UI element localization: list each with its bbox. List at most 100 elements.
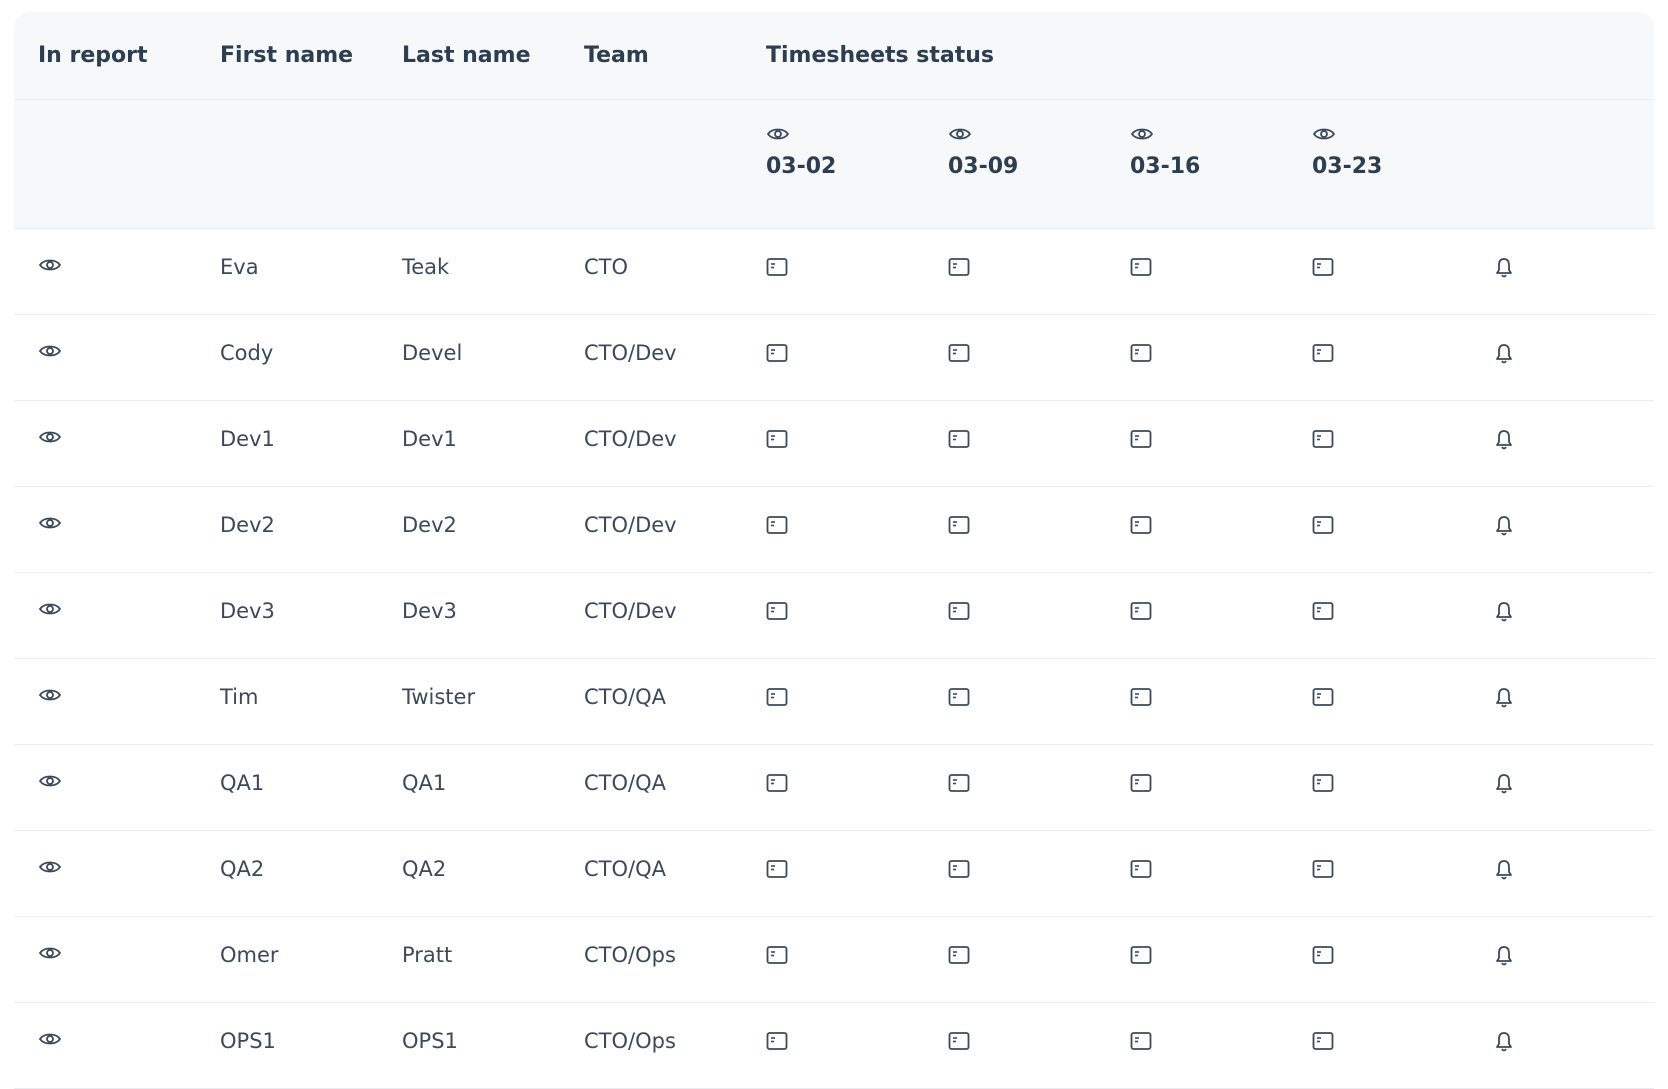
eye-icon[interactable] — [38, 515, 62, 531]
timesheet-icon[interactable] — [948, 601, 970, 621]
table-row: OPS1 OPS1 CTO/Ops — [14, 1003, 1654, 1089]
last-name-cell: Dev1 — [402, 427, 457, 451]
eye-icon[interactable] — [38, 343, 62, 359]
eye-icon[interactable] — [38, 257, 62, 273]
bell-icon[interactable] — [1494, 257, 1514, 279]
timesheet-cell-0 — [742, 745, 924, 830]
timesheet-icon[interactable] — [766, 945, 788, 965]
team-cell: CTO/Ops — [584, 1029, 676, 1053]
eye-icon[interactable] — [948, 126, 972, 142]
timesheet-icon[interactable] — [1130, 1031, 1152, 1051]
empty-cell — [1470, 100, 1654, 228]
empty-cell — [14, 100, 196, 228]
in-report-cell — [14, 573, 196, 658]
eye-icon[interactable] — [38, 429, 62, 445]
timesheet-icon[interactable] — [766, 515, 788, 535]
eye-icon[interactable] — [38, 601, 62, 617]
timesheet-icon[interactable] — [948, 945, 970, 965]
eye-icon[interactable] — [766, 126, 790, 142]
timesheet-icon[interactable] — [1130, 515, 1152, 535]
notify-cell — [1470, 487, 1654, 572]
week-date: 03-09 — [948, 154, 1019, 179]
header-team[interactable]: Team — [560, 43, 742, 68]
header-in-report[interactable]: In report — [14, 43, 196, 68]
timesheet-icon[interactable] — [1312, 257, 1334, 277]
timesheet-icon[interactable] — [1130, 601, 1152, 621]
team-cell: CTO/QA — [584, 685, 666, 709]
timesheet-icon[interactable] — [766, 859, 788, 879]
table-row: QA2 QA2 CTO/QA — [14, 831, 1654, 917]
last-name-cell: OPS1 — [402, 1029, 458, 1053]
eye-icon[interactable] — [38, 687, 62, 703]
timesheet-icon[interactable] — [766, 429, 788, 449]
timesheet-cell-2 — [1106, 229, 1288, 314]
timesheet-icon[interactable] — [948, 687, 970, 707]
timesheet-icon[interactable] — [1130, 945, 1152, 965]
eye-icon[interactable] — [1130, 126, 1154, 142]
timesheet-icon[interactable] — [948, 257, 970, 277]
team-cell: CTO/Dev — [584, 599, 677, 623]
table-row: Dev1 Dev1 CTO/Dev — [14, 401, 1654, 487]
timesheet-icon[interactable] — [1130, 257, 1152, 277]
timesheet-cell-2 — [1106, 659, 1288, 744]
timesheet-icon[interactable] — [948, 773, 970, 793]
in-report-cell — [14, 315, 196, 400]
week-column-0: 03-02 — [742, 100, 924, 228]
first-name-cell: Dev1 — [220, 427, 275, 451]
empty-cell — [196, 100, 378, 228]
eye-icon[interactable] — [38, 773, 62, 789]
timesheet-icon[interactable] — [766, 601, 788, 621]
timesheet-icon[interactable] — [1312, 601, 1334, 621]
week-date: 03-02 — [766, 154, 837, 179]
bell-icon[interactable] — [1494, 429, 1514, 451]
notify-cell — [1470, 1003, 1654, 1088]
bell-icon[interactable] — [1494, 945, 1514, 967]
bell-icon[interactable] — [1494, 515, 1514, 537]
timesheet-icon[interactable] — [1312, 687, 1334, 707]
timesheet-icon[interactable] — [1130, 687, 1152, 707]
eye-icon[interactable] — [38, 945, 62, 961]
timesheet-icon[interactable] — [1312, 515, 1334, 535]
timesheet-icon[interactable] — [766, 687, 788, 707]
first-name-cell: QA1 — [220, 771, 265, 795]
timesheet-icon[interactable] — [948, 515, 970, 535]
timesheet-icon[interactable] — [1130, 343, 1152, 363]
eye-icon[interactable] — [38, 859, 62, 875]
timesheet-icon[interactable] — [1312, 1031, 1334, 1051]
timesheet-icon[interactable] — [1312, 773, 1334, 793]
eye-icon[interactable] — [1312, 126, 1336, 142]
timesheet-cell-1 — [924, 917, 1106, 1002]
bell-icon[interactable] — [1494, 1031, 1514, 1053]
header-first-name[interactable]: First name — [196, 43, 378, 68]
bell-icon[interactable] — [1494, 687, 1514, 709]
timesheet-icon[interactable] — [1312, 343, 1334, 363]
timesheet-cell-3 — [1288, 831, 1470, 916]
timesheet-cell-0 — [742, 487, 924, 572]
timesheet-icon[interactable] — [766, 773, 788, 793]
week-column-2: 03-16 — [1106, 100, 1288, 228]
timesheet-icon[interactable] — [766, 1031, 788, 1051]
bell-icon[interactable] — [1494, 859, 1514, 881]
timesheet-icon[interactable] — [948, 429, 970, 449]
bell-icon[interactable] — [1494, 773, 1514, 795]
timesheet-icon[interactable] — [1312, 945, 1334, 965]
timesheet-cell-3 — [1288, 315, 1470, 400]
bell-icon[interactable] — [1494, 601, 1514, 623]
timesheet-icon[interactable] — [948, 1031, 970, 1051]
in-report-cell — [14, 917, 196, 1002]
timesheet-icon[interactable] — [1130, 773, 1152, 793]
eye-icon[interactable] — [38, 1031, 62, 1047]
timesheet-icon[interactable] — [766, 343, 788, 363]
last-name-cell: Teak — [402, 255, 450, 279]
timesheet-icon[interactable] — [1312, 859, 1334, 879]
timesheet-icon[interactable] — [766, 257, 788, 277]
timesheet-icon[interactable] — [948, 343, 970, 363]
bell-icon[interactable] — [1494, 343, 1514, 365]
timesheet-icon[interactable] — [1312, 429, 1334, 449]
timesheet-icon[interactable] — [1130, 859, 1152, 879]
last-name-cell: Twister — [402, 685, 476, 709]
timesheet-icon[interactable] — [1130, 429, 1152, 449]
header-last-name[interactable]: Last name — [378, 43, 560, 68]
timesheet-icon[interactable] — [948, 859, 970, 879]
timesheet-cell-2 — [1106, 831, 1288, 916]
